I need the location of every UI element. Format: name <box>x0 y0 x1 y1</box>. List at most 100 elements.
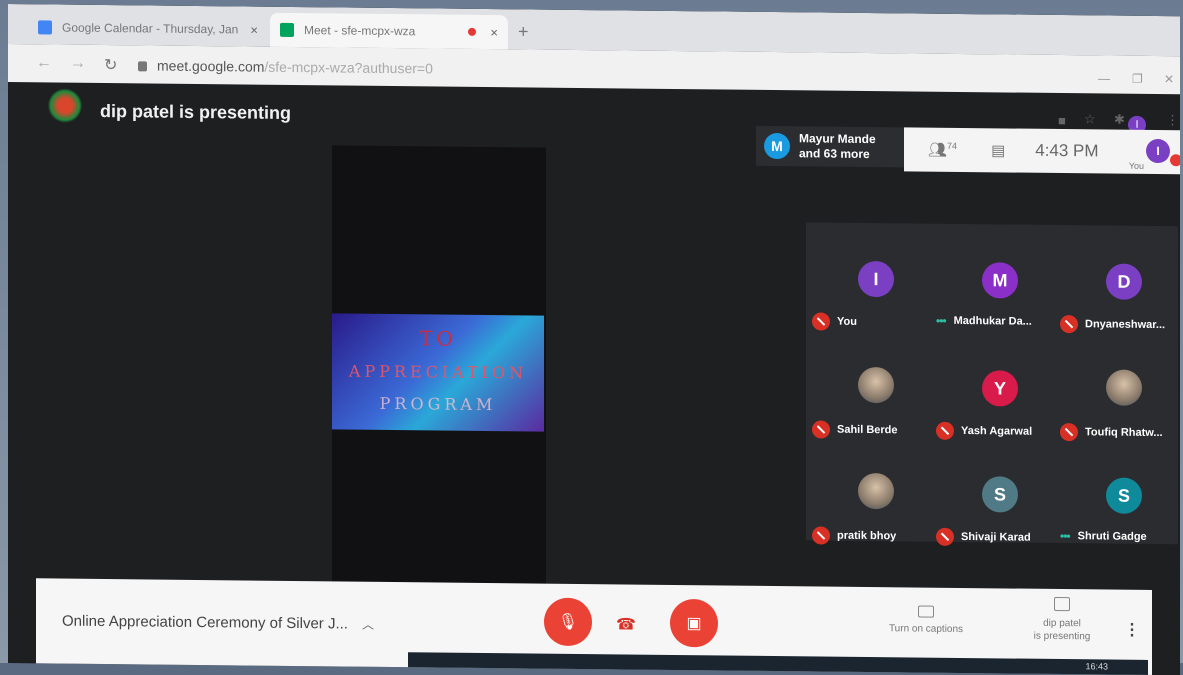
mic-off-icon <box>1060 315 1078 334</box>
participant-name-row: You <box>812 312 952 331</box>
speaking-indicator-icon: ••• <box>1060 529 1070 544</box>
tab-meet[interactable]: Meet - sfe-mcpx-wza × <box>270 12 508 50</box>
presentation-status[interactable]: dip patel is presenting <box>1012 596 1112 644</box>
mic-off-icon <box>1170 154 1180 167</box>
mic-off-icon <box>812 312 830 331</box>
slide-line: PROGRAM <box>379 393 497 415</box>
tab-title: Google Calendar - Thursday, Jan <box>62 20 239 37</box>
hang-up-button[interactable]: ☎︎ <box>616 614 636 634</box>
back-icon[interactable]: ← <box>36 54 52 72</box>
mic-off-icon <box>1060 423 1078 442</box>
avatar: S <box>982 476 1018 513</box>
meet-icon <box>280 22 294 37</box>
recording-icon <box>468 27 477 36</box>
lock-icon <box>138 61 147 72</box>
close-window-icon[interactable]: ✕ <box>1164 72 1174 86</box>
participant-name-row: Dnyaneshwar... <box>1060 315 1180 334</box>
self-avatar[interactable]: I <box>1146 138 1170 164</box>
participant-tile[interactable]: Sahil Berde <box>812 352 930 453</box>
meet-top-controls: 👥︎74 ▤ 4:43 PM You I <box>904 127 1180 175</box>
mic-off-icon <box>936 527 954 546</box>
tab-google-calendar[interactable]: Google Calendar - Thursday, Jan × <box>28 10 268 47</box>
close-tab-icon[interactable]: × <box>250 22 258 37</box>
url-domain: meet.google.com <box>157 57 265 75</box>
captions-button[interactable]: Turn on captions <box>876 605 976 635</box>
participant-tile[interactable]: S ••• Shruti Gadge <box>1060 461 1178 562</box>
participant-name-row: pratik bhoy <box>812 526 952 545</box>
participant-name-row: Toufiq Rhatw... <box>1060 423 1180 442</box>
participant-name: Yash Agarwal <box>961 424 1033 438</box>
people-icon: 👥︎ <box>928 141 948 159</box>
slide-line: APPRECIATION <box>348 361 528 383</box>
info-card-text: Mayur Mande and 63 more <box>799 131 876 162</box>
forward-icon[interactable]: → <box>70 55 86 73</box>
url-path: /sfe-mcpx-wza?authuser=0 <box>264 58 433 77</box>
meet-stage: dip patel is presenting ■ ☆ ✱ I ⋮ M Mayu… <box>8 82 1180 675</box>
reload-icon[interactable]: ↻ <box>104 55 117 75</box>
new-tab-button[interactable]: + <box>518 21 529 42</box>
participant-tile[interactable]: I You <box>812 244 930 345</box>
meeting-title: Online Appreciation Ceremony of Silver J… <box>62 612 348 633</box>
chevron-up-icon: ︿ <box>361 617 374 632</box>
speaking-indicator-icon: ••• <box>936 313 946 328</box>
people-button[interactable]: 👥︎74 <box>928 141 957 159</box>
avatar: Y <box>982 370 1018 407</box>
calendar-icon <box>38 20 52 35</box>
self-label: You <box>1128 160 1144 171</box>
participant-tile[interactable]: M ••• Madhukar Da... <box>936 246 1054 347</box>
close-tab-icon[interactable]: × <box>490 25 498 40</box>
presenting-title: dip patel is presenting <box>100 100 292 123</box>
participant-name-row: ••• Madhukar Da... <box>936 314 1076 329</box>
participant-photo <box>858 366 894 404</box>
participant-name: You <box>837 315 857 328</box>
avatar: M <box>764 132 790 160</box>
avatar: D <box>1106 263 1142 300</box>
participant-name: Shruti Gadge <box>1077 530 1147 543</box>
microphone-toggle[interactable]: 🎙︎ <box>544 597 592 647</box>
camera-indicator-icon[interactable]: ■ <box>1058 113 1066 128</box>
meeting-clock: 4:43 PM <box>1035 140 1099 161</box>
participant-name: Shivaji Karad <box>961 530 1031 544</box>
participant-name: Dnyaneshwar... <box>1085 318 1166 332</box>
mic-off-icon <box>812 526 830 545</box>
bookmark-star-icon[interactable]: ☆ <box>1084 111 1096 127</box>
more-options-button[interactable]: ⋮ <box>1124 620 1140 640</box>
participant-name-row: ••• Shruti Gadge <box>1060 529 1180 544</box>
camera-toggle[interactable]: ▣ <box>670 598 718 648</box>
minimize-icon[interactable]: — <box>1098 71 1110 85</box>
participant-photo <box>1106 369 1142 406</box>
participant-tile[interactable]: D Dnyaneshwar... <box>1060 247 1178 348</box>
present-icon <box>1054 596 1070 612</box>
mic-off-icon <box>812 420 830 439</box>
participant-count: 74 <box>947 140 958 151</box>
participant-info-card[interactable]: M Mayur Mande and 63 more <box>756 125 904 168</box>
captions-label: Turn on captions <box>888 623 964 636</box>
tab-title: Meet - sfe-mcpx-wza <box>304 23 416 39</box>
presenter-avatar <box>48 88 82 123</box>
participant-name-row: Sahil Berde <box>812 420 952 439</box>
participant-photo <box>858 472 894 510</box>
participant-tile[interactable]: pratik bhoy <box>812 458 930 559</box>
info-line1: Mayur Mande <box>799 131 876 147</box>
chat-icon[interactable]: ▤ <box>991 141 1005 159</box>
camera-off-icon: ▣ <box>686 615 702 633</box>
presented-slide: TO APPRECIATION PROGRAM <box>332 313 544 432</box>
mic-off-icon: 🎙︎ <box>557 613 579 631</box>
monitor-frame: Google Calendar - Thursday, Jan × Meet -… <box>0 0 1183 675</box>
avatar: M <box>982 262 1018 299</box>
browser-menu-icon[interactable]: ⋮ <box>1166 112 1179 128</box>
url-field[interactable]: meet.google.com/sfe-mcpx-wza?authuser=0 <box>138 57 433 76</box>
participant-tile[interactable]: S Shivaji Karad <box>936 460 1054 561</box>
participant-tile[interactable]: Y Yash Agarwal <box>936 354 1054 455</box>
extensions-icon[interactable]: ✱ <box>1114 112 1125 128</box>
participant-name: Toufiq Rhatw... <box>1085 426 1163 440</box>
presenting-line1: dip patel <box>1043 617 1081 630</box>
captions-icon <box>918 605 934 618</box>
presenting-line2: is presenting <box>1033 630 1091 643</box>
meeting-details-button[interactable]: Online Appreciation Ceremony of Silver J… <box>62 613 374 633</box>
participant-name-row: Shivaji Karad <box>936 527 1076 547</box>
browser-window: Google Calendar - Thursday, Jan × Meet -… <box>8 4 1180 675</box>
maximize-icon[interactable]: ❐ <box>1132 72 1143 86</box>
participant-name: Madhukar Da... <box>953 314 1032 328</box>
participant-tile[interactable]: Toufiq Rhatw... <box>1060 355 1178 456</box>
